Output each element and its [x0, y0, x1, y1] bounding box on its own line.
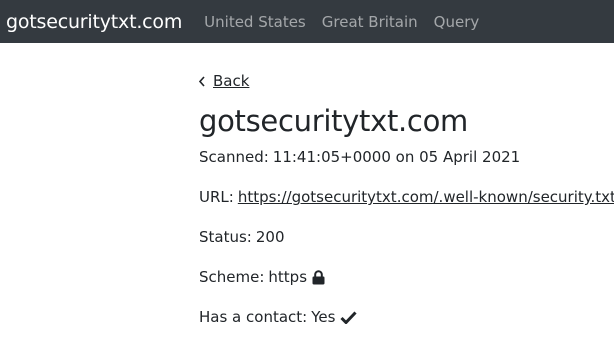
back-link[interactable]: Back — [213, 72, 249, 90]
brand-link[interactable]: gotsecuritytxt.com — [6, 11, 182, 33]
nav-link-query[interactable]: Query — [434, 13, 480, 31]
scheme-value: https — [268, 268, 308, 286]
main-content: Back gotsecuritytxt.com Scanned: 11:41:0… — [199, 70, 614, 347]
nav-link-great-britain[interactable]: Great Britain — [322, 13, 418, 31]
status-value: 200 — [255, 228, 285, 246]
lock-icon — [312, 269, 325, 284]
check-icon — [340, 310, 358, 324]
chevron-left-icon[interactable] — [199, 75, 205, 87]
url-label: URL: — [199, 188, 234, 206]
url-row: URL: https://gotsecuritytxt.com/.well-kn… — [199, 187, 614, 207]
scheme-row: Scheme: https — [199, 267, 609, 287]
page-title: gotsecuritytxt.com — [199, 104, 468, 138]
status-row: Status: 200 — [199, 227, 609, 247]
back-row: Back — [199, 70, 609, 92]
scanned-value: 11:41:05+0000 on 05 April 2021 — [272, 148, 521, 166]
status-label: Status: — [199, 228, 252, 246]
scanned-label: Scanned: — [199, 148, 269, 166]
contact-label: Has a contact: — [199, 308, 308, 326]
top-navbar: gotsecuritytxt.com United States Great B… — [0, 0, 614, 43]
contact-row: Has a contact: Yes — [199, 307, 609, 327]
scanned-row: Scanned: 11:41:05+0000 on 05 April 2021 — [199, 147, 609, 167]
scheme-label: Scheme: — [199, 268, 265, 286]
nav-link-united-states[interactable]: United States — [204, 13, 306, 31]
contact-value: Yes — [311, 308, 336, 326]
security-txt-url-link[interactable]: https://gotsecuritytxt.com/.well-known/s… — [238, 187, 614, 207]
